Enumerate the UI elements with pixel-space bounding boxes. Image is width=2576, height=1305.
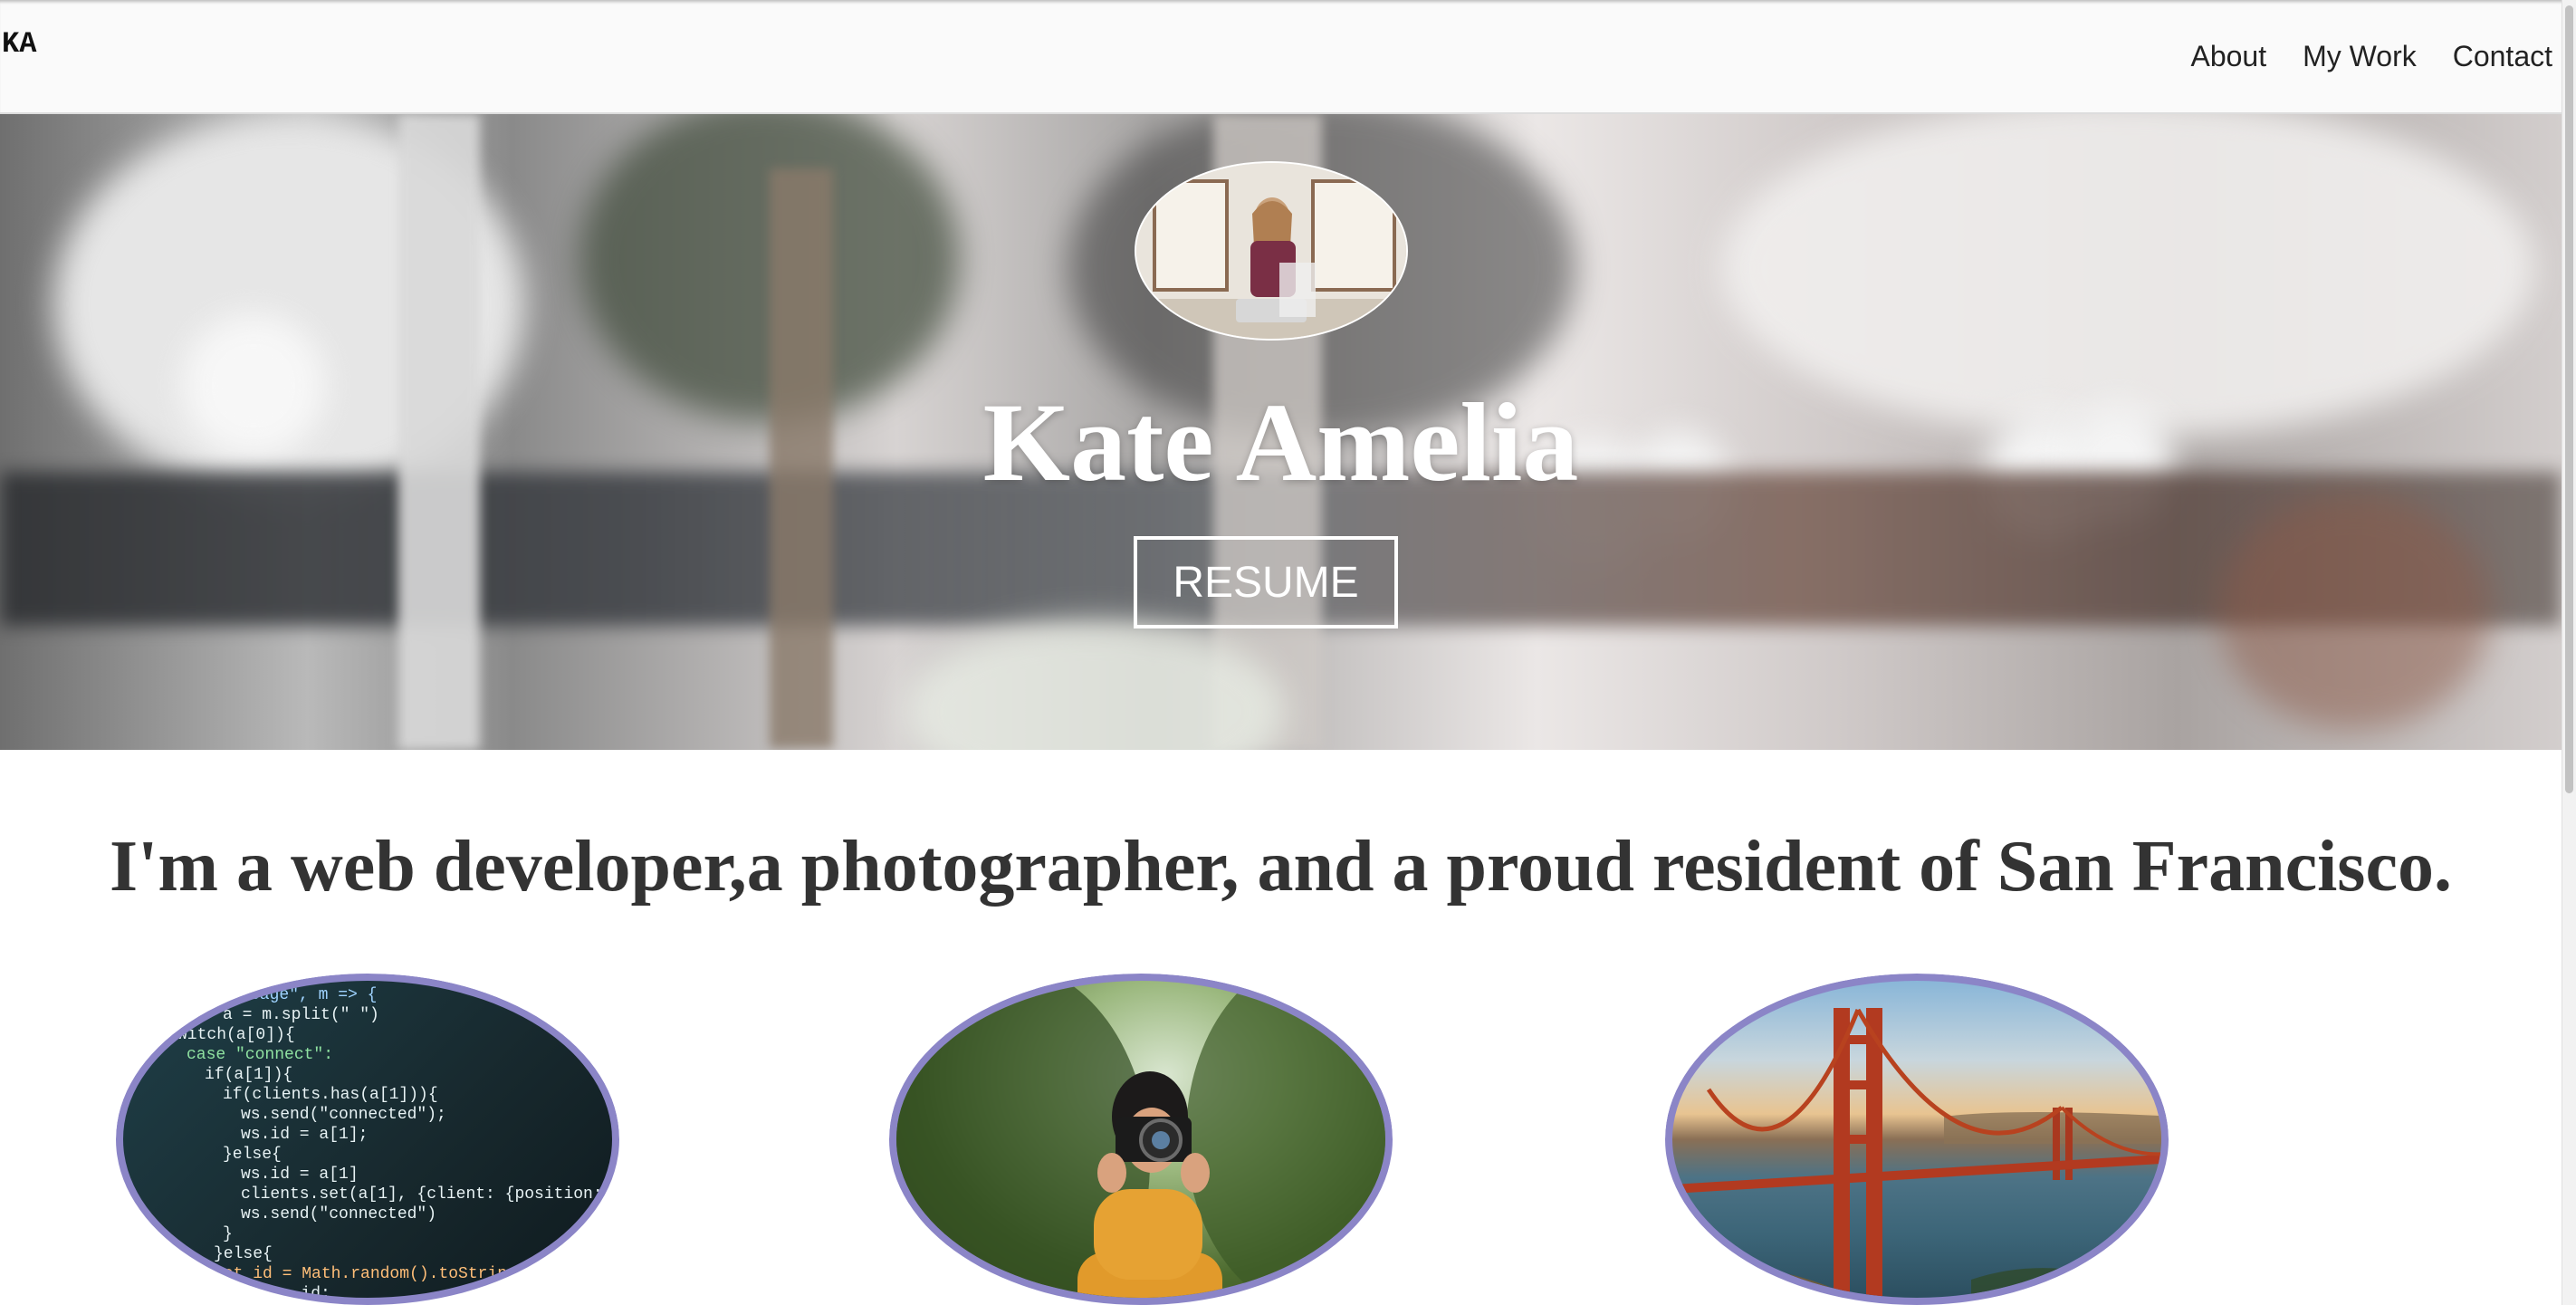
code-line: }else{ [214, 1245, 273, 1263]
code-line: let id = Math.random().toString().slice(… [214, 1265, 619, 1283]
hero-name: Kate Amelia [982, 380, 1579, 504]
hero-bg-shape [2218, 494, 2490, 730]
code-line: if(a[1]){ [205, 1066, 293, 1084]
code-line: clients.set(a[1], {client: {position:{x:… [241, 1185, 613, 1204]
golden-gate-illustration [1672, 1008, 2161, 1298]
skill-image-san-francisco [1665, 974, 2169, 1305]
skill-image-code: sage", m => { a = m.split(" ") witch(a[0])… [116, 974, 619, 1305]
nav-links: About My Work Contact [2190, 40, 2552, 73]
code-line: ws.send("connected"); [241, 1106, 446, 1124]
intro-heading: I'm a web developer,a photographer, and … [110, 827, 2452, 907]
resume-button[interactable]: RESUME [1134, 536, 1398, 629]
brand-logo[interactable]: KA [2, 27, 36, 61]
photographer-illustration [896, 981, 1385, 1298]
code-line: ws.id = a[1]; [241, 1126, 369, 1144]
code-line: witch(a[0]){ [177, 1026, 295, 1044]
code-line: a = m.split(" ") [223, 1006, 379, 1024]
scrollbar-thumb[interactable] [2565, 5, 2573, 793]
code-screen-image: sage", m => { a = m.split(" ") witch(a[0])… [116, 974, 619, 1305]
navbar: KA About My Work Contact [0, 0, 2562, 114]
photographer-image [889, 974, 1393, 1305]
code-line: ws.id = id; [223, 1285, 330, 1303]
profile-avatar [1135, 161, 1408, 341]
code-line: case "connect": [187, 1046, 334, 1064]
code-line: }else{ [223, 1146, 282, 1164]
profile-photo [1136, 163, 1406, 339]
skill-image-photographer [889, 974, 1393, 1305]
page-scrollbar[interactable] [2562, 0, 2576, 1305]
nav-link-about[interactable]: About [2190, 40, 2266, 73]
code-line: ws.send("connected") [241, 1205, 437, 1223]
code-line: if(clients.has(a[1])){ [223, 1086, 438, 1104]
code-line: sage", m => { [250, 986, 378, 1004]
nav-link-contact[interactable]: Contact [2453, 40, 2552, 73]
nav-link-my-work[interactable]: My Work [2303, 40, 2417, 73]
code-line: } [223, 1225, 233, 1243]
code-line: ws.id = a[1] [241, 1166, 359, 1184]
golden-gate-image [1665, 974, 2169, 1305]
